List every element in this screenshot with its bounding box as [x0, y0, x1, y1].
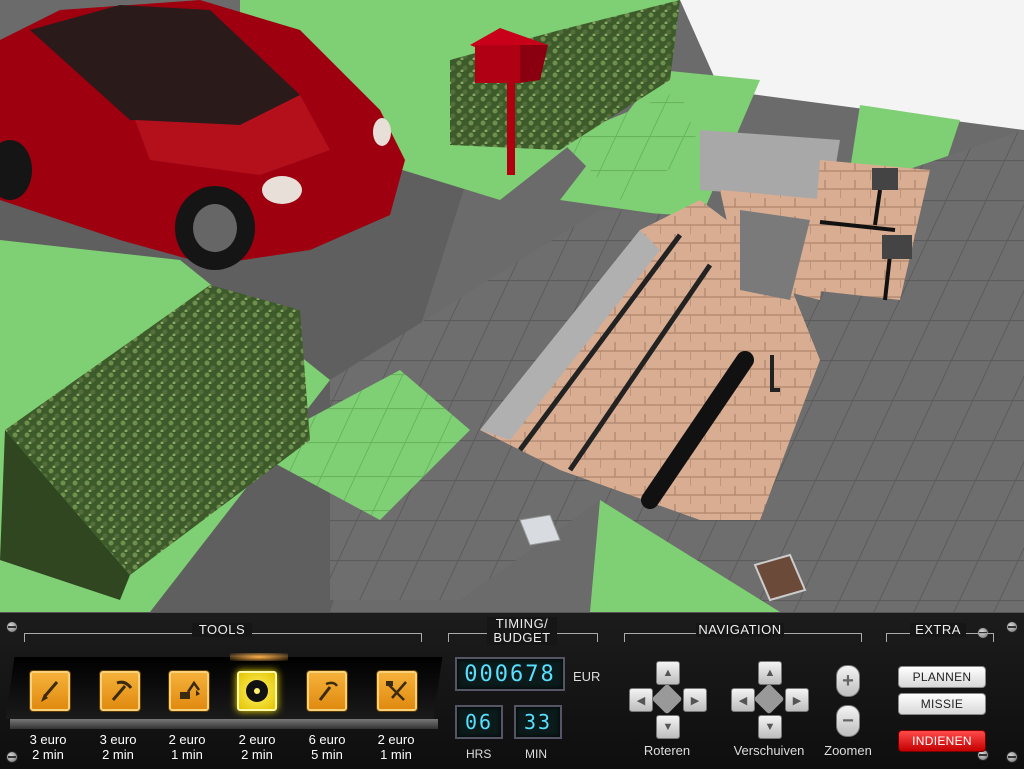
navigation-title: NAVIGATION	[696, 623, 784, 637]
tool-jackhammer[interactable]	[307, 671, 347, 711]
hours-display: 06	[455, 705, 503, 739]
tools-title: TOOLS	[192, 623, 252, 637]
tool-shelf-edge	[10, 719, 438, 729]
move-up-button[interactable]: ▲	[758, 661, 782, 685]
hammer-shovel-icon	[386, 681, 407, 701]
tool-cost-pickaxe: 3 euro 2 min	[99, 732, 137, 762]
shovel-icon	[41, 681, 59, 702]
tool-cost-jackhammer: 6 euro 5 min	[308, 732, 346, 762]
screw-icon	[6, 621, 18, 633]
timing-title: TIMING/BUDGET	[487, 617, 557, 645]
game-viewport[interactable]	[0, 0, 1024, 612]
tool-cost-excavator: 2 euro 1 min	[168, 732, 206, 762]
tool-saw-blade[interactable]	[237, 671, 277, 711]
submit-button[interactable]: INDIENEN	[898, 730, 986, 752]
move-right-button[interactable]: ▶	[785, 688, 809, 712]
saw-blade-icon	[246, 680, 268, 702]
dpad-center	[651, 683, 683, 715]
tool-cost-shovel: 3 euro 2 min	[29, 732, 67, 762]
move-label: Verschuiven	[733, 743, 805, 758]
move-down-button[interactable]: ▼	[758, 715, 782, 739]
plan-button[interactable]: PLANNEN	[898, 666, 986, 688]
extra-title: EXTRA	[910, 623, 966, 637]
mission-button[interactable]: MISSIE	[898, 693, 986, 715]
rotate-dpad: ▲ ▼ ◀ ▶	[629, 661, 707, 739]
tool-hammer-shovel[interactable]	[377, 671, 417, 711]
minutes-display: 33	[514, 705, 562, 739]
dpad-center	[753, 683, 785, 715]
toolbar-panel: TOOLS 3 euro 2 min 3 euro 2 min 2 euro 1 mi…	[0, 612, 1024, 769]
jackhammer-icon	[318, 681, 339, 701]
minutes-label: MIN	[525, 747, 547, 761]
zoom-label: Zoomen	[824, 743, 872, 758]
tool-shovel[interactable]	[30, 671, 70, 711]
street-scene	[0, 0, 1024, 612]
rotate-left-button[interactable]: ◀	[629, 688, 653, 712]
budget-display: 000678	[455, 657, 565, 691]
rotate-down-button[interactable]: ▼	[656, 715, 680, 739]
tool-cost-hammer-shovel: 2 euro 1 min	[377, 732, 415, 762]
hours-label: HRS	[466, 747, 492, 761]
pickaxe-icon	[111, 680, 133, 701]
zoom-out-button[interactable]: −	[836, 705, 860, 737]
move-left-button[interactable]: ◀	[731, 688, 755, 712]
screw-icon	[1006, 751, 1018, 763]
tool-cost-saw-blade: 2 euro 2 min	[238, 732, 276, 762]
move-dpad: ▲ ▼ ◀ ▶	[731, 661, 809, 739]
screw-icon	[6, 751, 18, 763]
rotate-right-button[interactable]: ▶	[683, 688, 707, 712]
active-tool-glow	[230, 653, 288, 661]
tool-pickaxe[interactable]	[100, 671, 140, 711]
excavator-icon	[180, 680, 201, 699]
tool-excavator[interactable]	[169, 671, 209, 711]
rotate-label: Roteren	[643, 743, 691, 758]
rotate-up-button[interactable]: ▲	[656, 661, 680, 685]
zoom-in-button[interactable]: +	[836, 665, 860, 697]
budget-unit: EUR	[573, 669, 601, 684]
screw-icon	[1006, 621, 1018, 633]
